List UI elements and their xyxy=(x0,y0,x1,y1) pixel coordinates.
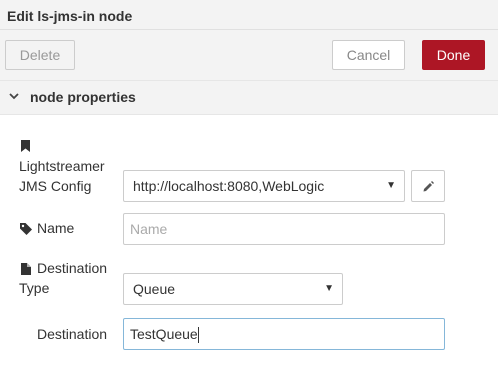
dialog-toolbar: Delete Cancel Done xyxy=(0,30,498,80)
destination-input[interactable]: TestQueue xyxy=(123,318,445,350)
done-button[interactable]: Done xyxy=(422,40,485,70)
node-properties-section[interactable]: node properties xyxy=(0,80,498,115)
pencil-icon xyxy=(423,181,434,192)
jms-config-label-line2: JMS Config xyxy=(19,178,92,194)
name-input[interactable]: Name xyxy=(123,213,445,245)
dialog-title: Edit ls-jms-in node xyxy=(7,8,133,24)
caret-down-icon: ▼ xyxy=(324,283,334,294)
text-cursor xyxy=(197,327,199,344)
delete-button[interactable]: Delete xyxy=(5,40,75,70)
destination-value: TestQueue xyxy=(130,326,198,342)
destination-type-select[interactable]: Queue ▼ xyxy=(123,273,343,305)
cancel-button[interactable]: Cancel xyxy=(332,40,405,70)
destination-type-label-line1: Destination xyxy=(37,260,108,276)
jms-config-label-line1: Lightstreamer xyxy=(19,158,105,174)
destination-label: Destination xyxy=(37,326,108,342)
chevron-down-icon xyxy=(9,90,19,104)
jms-config-value: http://localhost:8080,WebLogic xyxy=(133,178,325,194)
name-label: Name xyxy=(37,220,75,236)
bookmark-icon xyxy=(21,139,30,157)
section-label: node properties xyxy=(30,89,136,105)
caret-down-icon: ▼ xyxy=(386,180,396,191)
dialog-header: Edit ls-jms-in node xyxy=(0,0,498,30)
destination-type-label-line2: Type xyxy=(19,280,50,296)
tag-icon xyxy=(20,222,32,240)
name-placeholder: Name xyxy=(130,221,168,237)
edit-config-button[interactable] xyxy=(411,170,445,202)
destination-type-value: Queue xyxy=(133,281,176,297)
jms-config-select[interactable]: http://localhost:8080,WebLogic ▼ xyxy=(123,170,405,202)
